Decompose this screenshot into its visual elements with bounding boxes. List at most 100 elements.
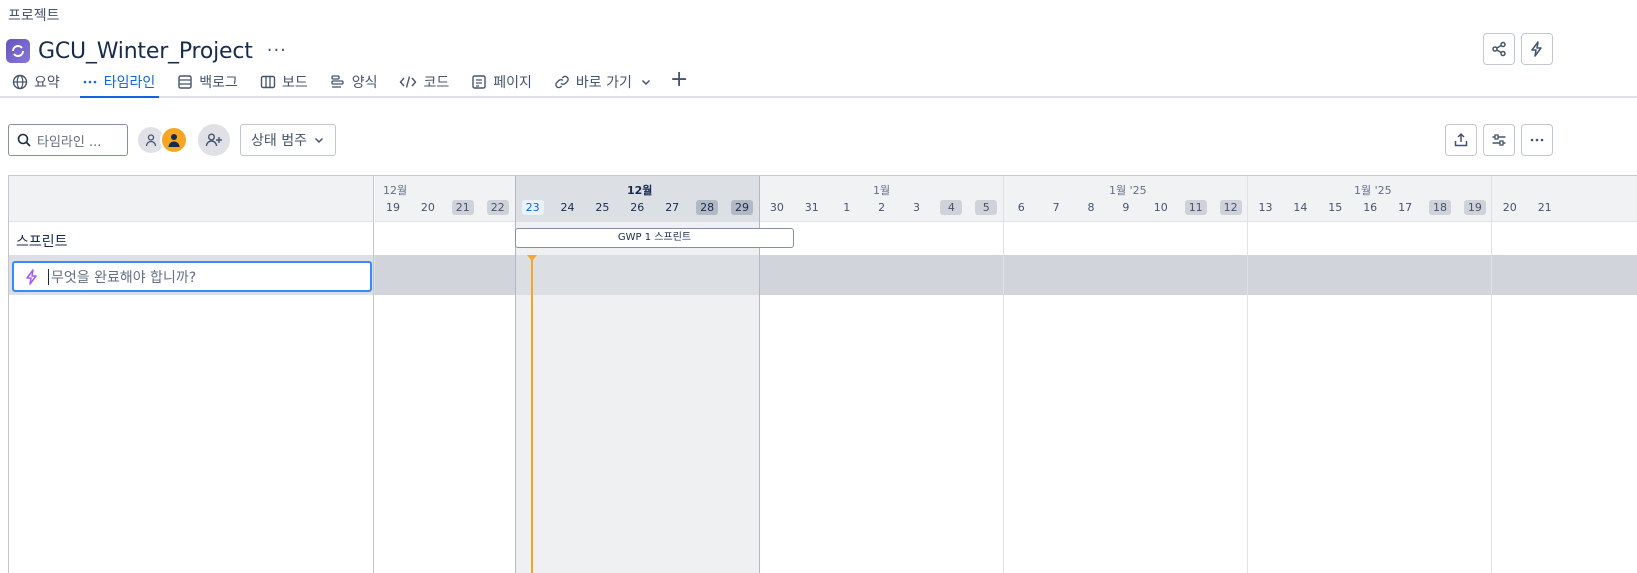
share-button[interactable] bbox=[1483, 33, 1515, 65]
day-label: 19 bbox=[1463, 200, 1486, 215]
timeline-grid: 12월 12월 1월 1월 '25 1월 '25 19 20 21 22 23 24 25 2… bbox=[8, 175, 1637, 573]
export-button[interactable] bbox=[1445, 124, 1477, 156]
lightning-icon bbox=[1531, 41, 1542, 57]
day-label: 8 bbox=[1087, 201, 1095, 214]
project-more-button[interactable]: ··· bbox=[267, 42, 287, 60]
tab-code[interactable]: 코드 bbox=[399, 70, 449, 94]
month-label: 1월 '25 bbox=[1109, 184, 1147, 197]
day-label: 17 bbox=[1398, 201, 1413, 214]
search-input[interactable]: 타임라인 ... bbox=[8, 124, 128, 156]
day-label: 20 bbox=[1502, 201, 1517, 214]
day-label: 21 bbox=[1537, 201, 1552, 214]
day-label: 2 bbox=[878, 201, 886, 214]
project-header: GCU_Winter_Project ··· bbox=[6, 36, 287, 66]
tab-shortcuts[interactable]: 바로 가기 bbox=[554, 70, 652, 94]
search-placeholder: 타임라인 ... bbox=[37, 134, 102, 150]
share-icon bbox=[1492, 41, 1506, 57]
tab-summary-label: 요약 bbox=[34, 75, 60, 91]
more-icon bbox=[1530, 138, 1544, 142]
chevron-down-icon bbox=[314, 137, 324, 144]
day-label: 30 bbox=[769, 201, 784, 214]
issue-column-header bbox=[9, 176, 374, 222]
tab-code-label: 코드 bbox=[423, 75, 450, 91]
day-label: 23 bbox=[521, 200, 544, 215]
new-issue-input[interactable]: 무엇을 완료해야 합니까? bbox=[12, 261, 372, 292]
backlog-icon bbox=[178, 75, 192, 89]
tab-forms[interactable]: 양식 bbox=[330, 70, 378, 94]
month-divider bbox=[1247, 176, 1248, 573]
link-icon bbox=[555, 75, 569, 89]
tab-shortcuts-label: 바로 가기 bbox=[575, 75, 632, 91]
day-label: 14 bbox=[1293, 201, 1308, 214]
day-label: 19 bbox=[386, 201, 400, 214]
day-label: 31 bbox=[804, 201, 819, 214]
globe-icon bbox=[12, 74, 28, 90]
project-tabs: 요약 타임라인 백로그 보드 양식 코드 페이지 바로 가기 + bbox=[0, 69, 1637, 98]
timeline-icon bbox=[83, 80, 97, 84]
add-person-icon bbox=[205, 133, 222, 147]
tab-timeline[interactable]: 타임라인 bbox=[79, 70, 159, 98]
add-people-button[interactable] bbox=[198, 124, 230, 156]
day-label: 26 bbox=[630, 201, 645, 214]
day-label: 18 bbox=[1429, 200, 1451, 215]
text-caret bbox=[48, 268, 49, 285]
day-label: 15 bbox=[1328, 201, 1343, 214]
code-icon bbox=[400, 76, 417, 88]
day-label: 27 bbox=[665, 201, 680, 214]
month-divider bbox=[1491, 176, 1492, 573]
page-title: GCU_Winter_Project bbox=[38, 38, 253, 64]
breadcrumb[interactable]: 프로젝트 bbox=[8, 5, 60, 25]
tab-timeline-label: 타임라인 bbox=[103, 75, 156, 91]
tab-backlog-label: 백로그 bbox=[199, 75, 238, 91]
day-label: 3 bbox=[913, 201, 920, 214]
day-label: 21 bbox=[451, 200, 474, 215]
timeline-chart: 12월 12월 1월 1월 '25 1월 '25 19 20 21 22 23 24 25 2… bbox=[375, 176, 1637, 573]
user-avatar[interactable] bbox=[160, 126, 188, 154]
today-marker bbox=[527, 255, 537, 261]
search-icon bbox=[17, 133, 31, 147]
settings-sliders-icon bbox=[1492, 134, 1506, 146]
page-icon bbox=[472, 75, 486, 89]
tab-pages[interactable]: 페이지 bbox=[471, 70, 532, 94]
day-label: 12 bbox=[1219, 200, 1242, 215]
month-label: 12월 bbox=[383, 184, 408, 197]
day-label: 25 bbox=[595, 201, 610, 214]
active-row-timeline bbox=[375, 255, 1637, 295]
tab-board[interactable]: 보드 bbox=[260, 70, 308, 94]
sprint-bar[interactable]: GWP 1 스프린트 bbox=[515, 228, 794, 248]
form-icon bbox=[331, 75, 344, 88]
day-label: 28 bbox=[696, 200, 719, 215]
chevron-down-icon[interactable] bbox=[640, 76, 652, 88]
export-icon bbox=[1454, 132, 1468, 147]
lightning-icon bbox=[26, 268, 37, 285]
view-settings-button[interactable] bbox=[1483, 124, 1515, 156]
more-actions-button[interactable] bbox=[1521, 124, 1553, 156]
assignee-filter bbox=[138, 126, 188, 154]
tab-forms-label: 양식 bbox=[351, 75, 378, 91]
tab-summary[interactable]: 요약 bbox=[12, 70, 60, 94]
today-line bbox=[531, 255, 533, 573]
status-category-dropdown[interactable]: 상태 범주 bbox=[240, 124, 336, 156]
day-label: 7 bbox=[1052, 201, 1060, 214]
day-label: 1 bbox=[843, 201, 851, 214]
add-tab-button[interactable]: + bbox=[670, 69, 688, 91]
day-label: 22 bbox=[486, 200, 509, 215]
day-label: 6 bbox=[1017, 201, 1025, 214]
tab-board-label: 보드 bbox=[281, 75, 308, 91]
project-avatar-icon[interactable] bbox=[6, 39, 30, 63]
board-icon bbox=[260, 75, 276, 89]
day-label: 13 bbox=[1258, 201, 1273, 214]
new-issue-placeholder: 무엇을 완료해야 합니까? bbox=[51, 269, 197, 286]
day-label: 24 bbox=[560, 201, 575, 214]
day-label: 11 bbox=[1184, 200, 1207, 215]
day-label: 29 bbox=[731, 200, 753, 215]
month-divider bbox=[1003, 176, 1004, 573]
sprint-row-label: 스프린트 bbox=[16, 234, 68, 250]
day-label: 10 bbox=[1153, 201, 1168, 214]
automation-button[interactable] bbox=[1521, 33, 1553, 65]
timeline-toolbar: 타임라인 ... 상태 범주 bbox=[8, 124, 336, 156]
month-label: 1월 '25 bbox=[1354, 184, 1392, 197]
tab-backlog[interactable]: 백로그 bbox=[177, 70, 238, 94]
status-category-label: 상태 범주 bbox=[251, 133, 307, 149]
person-icon bbox=[168, 134, 180, 147]
